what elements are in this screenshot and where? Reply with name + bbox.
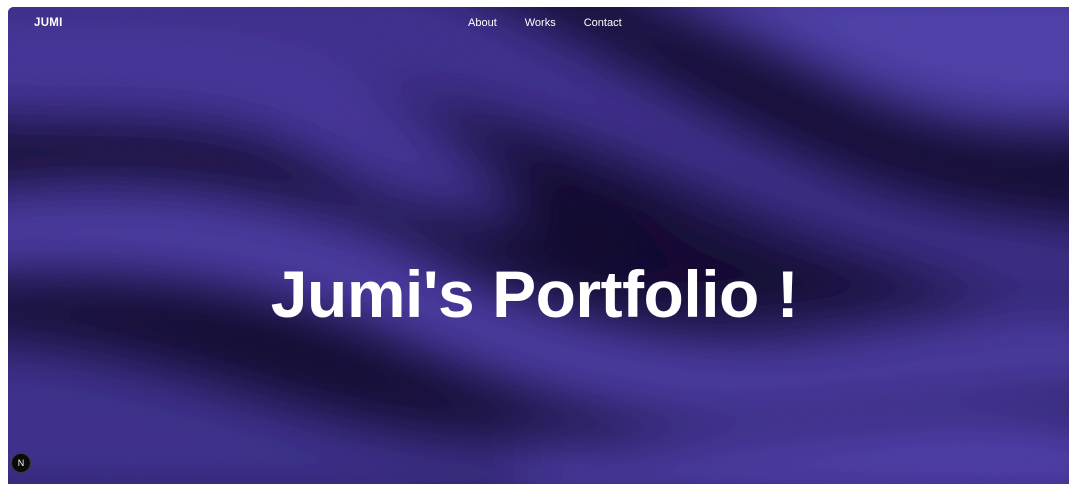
hero-section: JUMI About Works Contact Jumi's Portfoli… [8, 7, 1069, 484]
nav-link-contact[interactable]: Contact [584, 17, 622, 29]
site-logo[interactable]: JUMI [34, 17, 63, 29]
nav-links: About Works Contact [468, 17, 622, 29]
grain-overlay [8, 7, 1069, 484]
hero-title: Jumi's Portfolio ! [270, 257, 799, 332]
nav-link-works[interactable]: Works [525, 17, 556, 29]
page: JUMI About Works Contact Jumi's Portfoli… [0, 0, 1069, 484]
next-logo-icon[interactable]: N [11, 453, 31, 473]
nav-link-about[interactable]: About [468, 17, 497, 29]
top-navbar: JUMI About Works Contact [8, 7, 1069, 41]
